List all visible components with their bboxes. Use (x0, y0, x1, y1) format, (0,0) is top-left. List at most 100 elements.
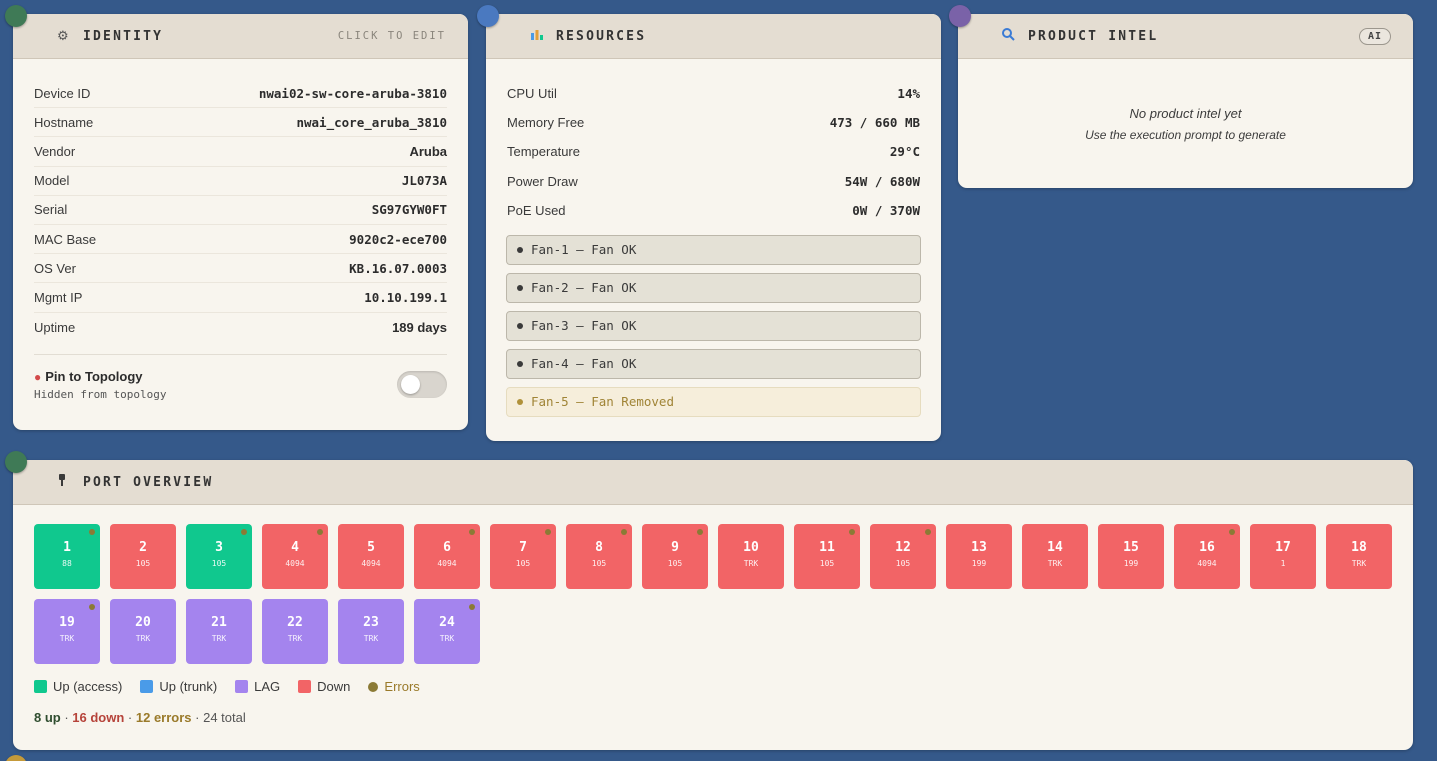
port-2-tile[interactable]: 2 105 (110, 524, 176, 589)
resource-row-value: 29°C (889, 144, 920, 160)
legend-label: LAG (254, 679, 281, 694)
summary-up: 8 up (34, 710, 61, 725)
port-20-tile[interactable]: 20 TRK (110, 599, 176, 664)
identity-row[interactable]: Mgmt IP 10.10.199.1 (34, 283, 447, 313)
port-vlan: 105 (667, 559, 683, 568)
port-12-tile[interactable]: 12 105 (870, 524, 936, 589)
resources-list: CPU Util 14% Memory Free 473 / 660 MB Temper… (486, 59, 941, 233)
port-21-tile[interactable]: 21 TRK (186, 599, 252, 664)
identity-row[interactable]: Model JL073A (34, 167, 447, 196)
port-vlan: 1 (1280, 559, 1286, 568)
error-dot-icon (697, 529, 703, 535)
port-vlan: TRK (439, 634, 455, 643)
fan-status-label: Fan-5 — Fan Removed (531, 394, 674, 410)
port-4-tile[interactable]: 4 4094 (262, 524, 328, 589)
port-number: 5 (367, 540, 375, 555)
identity-row-value[interactable]: KB.16.07.0003 (349, 261, 447, 276)
plug-icon (57, 473, 83, 491)
port-10-tile[interactable]: 10 TRK (718, 524, 784, 589)
port-13-tile[interactable]: 13 199 (946, 524, 1012, 589)
identity-row-value[interactable]: 189 days (392, 320, 447, 335)
product-intel-card: PRODUCT INTEL AI No product intel yet Us… (958, 14, 1413, 188)
resource-row: Power Draw 54W / 680W (507, 167, 920, 196)
port-overview-header[interactable]: PORT OVERVIEW (13, 460, 1413, 505)
identity-row[interactable]: Hostname nwai_core_aruba_3810 (34, 108, 447, 138)
port-3-tile[interactable]: 3 105 (186, 524, 252, 589)
identity-row-value[interactable]: nwai_core_aruba_3810 (296, 115, 447, 130)
identity-row-label: OS Ver (34, 260, 76, 276)
port-6-tile[interactable]: 6 4094 (414, 524, 480, 589)
port-1-tile[interactable]: 1 88 (34, 524, 100, 589)
port-9-tile[interactable]: 9 105 (642, 524, 708, 589)
ai-badge[interactable]: AI (1358, 27, 1391, 45)
port-5-tile[interactable]: 5 4094 (338, 524, 404, 589)
identity-row-value[interactable]: Aruba (409, 144, 447, 159)
port-overview-card: PORT OVERVIEW 1 88 2 105 3 105 4 4094 5 4094 6 4094… (13, 460, 1413, 750)
error-dot-icon (545, 529, 551, 535)
status-dot-icon (517, 398, 523, 405)
identity-row[interactable]: Uptime 189 days (34, 313, 447, 342)
port-15-tile[interactable]: 15 199 (1098, 524, 1164, 589)
summary-errors: 12 errors (135, 710, 192, 725)
identity-row-value[interactable]: 9020c2-ece700 (349, 232, 447, 247)
port-22-tile[interactable]: 22 TRK (262, 599, 328, 664)
pin-status-text: Hidden from topology (34, 387, 167, 401)
port-11-tile[interactable]: 11 105 (794, 524, 860, 589)
status-dot-icon (517, 322, 523, 329)
identity-row[interactable]: Device ID nwai02-sw-core-aruba-3810 (34, 79, 447, 109)
port-vlan: 4094 (1197, 559, 1217, 568)
network-icon: ⚙ (57, 28, 69, 44)
resources-card: RESOURCES CPU Util 14% Memory Free 473 / 66… (486, 14, 941, 441)
port-24-tile[interactable]: 24 TRK (414, 599, 480, 664)
identity-row[interactable]: MAC Base 9020c2-ece700 (34, 225, 447, 255)
identity-row[interactable]: Vendor Aruba (34, 137, 447, 167)
port-19-tile[interactable]: 19 TRK (34, 599, 100, 664)
fan-status-item: Fan-2 — Fan OK (506, 272, 921, 303)
empty-state-subtitle: Use the execution prompt to generate (1085, 128, 1286, 142)
port-number: 12 (895, 540, 911, 555)
identity-row-label: Vendor (34, 143, 76, 159)
port-16-tile[interactable]: 16 4094 (1174, 524, 1240, 589)
identity-card: ⚙ IDENTITY CLICK TO EDIT Device ID nwai02… (13, 14, 468, 430)
resource-row-value: 473 / 660 MB (829, 115, 920, 131)
empty-state-title: No product intel yet (1129, 106, 1242, 121)
port-number: 21 (211, 615, 227, 630)
toggle-knob (401, 375, 420, 395)
resource-row: PoE Used 0W / 370W (507, 196, 920, 225)
port-17-tile[interactable]: 17 1 (1250, 524, 1316, 589)
summary-down: 16 down (72, 710, 125, 725)
error-dot-icon (621, 529, 627, 535)
status-dot-icon (517, 284, 523, 291)
port-number: 9 (671, 540, 679, 555)
status-dot-icon (517, 360, 523, 367)
port-7-tile[interactable]: 7 105 (490, 524, 556, 589)
click-to-edit-button[interactable]: CLICK TO EDIT (338, 30, 446, 42)
port-vlan: TRK (1351, 559, 1367, 568)
identity-row-value[interactable]: SG97GYW0FT (372, 202, 447, 217)
error-dot-icon (317, 529, 323, 535)
port-8-tile[interactable]: 8 105 (566, 524, 632, 589)
identity-row[interactable]: OS Ver KB.16.07.0003 (34, 254, 447, 284)
identity-row-value[interactable]: JL073A (402, 173, 447, 188)
port-23-tile[interactable]: 23 TRK (338, 599, 404, 664)
port-number: 1 (63, 540, 71, 555)
identity-row-value[interactable]: nwai02-sw-core-aruba-3810 (259, 86, 447, 101)
port-14-tile[interactable]: 14 TRK (1022, 524, 1088, 589)
legend-item: Down (298, 679, 350, 694)
port-number: 20 (135, 615, 151, 630)
port-vlan: 199 (971, 559, 987, 568)
port-vlan: 105 (515, 559, 531, 568)
port-number: 13 (971, 540, 987, 555)
bar-chart-icon (530, 28, 556, 44)
resources-header[interactable]: RESOURCES (486, 14, 941, 59)
identity-header[interactable]: ⚙ IDENTITY CLICK TO EDIT (13, 14, 468, 59)
port-vlan: TRK (211, 634, 227, 643)
product-intel-header[interactable]: PRODUCT INTEL AI (958, 14, 1413, 59)
error-dot-icon (89, 604, 95, 610)
pin-to-topology-toggle[interactable] (397, 371, 447, 399)
status-dot-icon (517, 246, 523, 253)
port-18-tile[interactable]: 18 TRK (1326, 524, 1392, 589)
port-vlan: 105 (819, 559, 835, 568)
identity-row[interactable]: Serial SG97GYW0FT (34, 196, 447, 225)
identity-row-value[interactable]: 10.10.199.1 (364, 290, 447, 305)
